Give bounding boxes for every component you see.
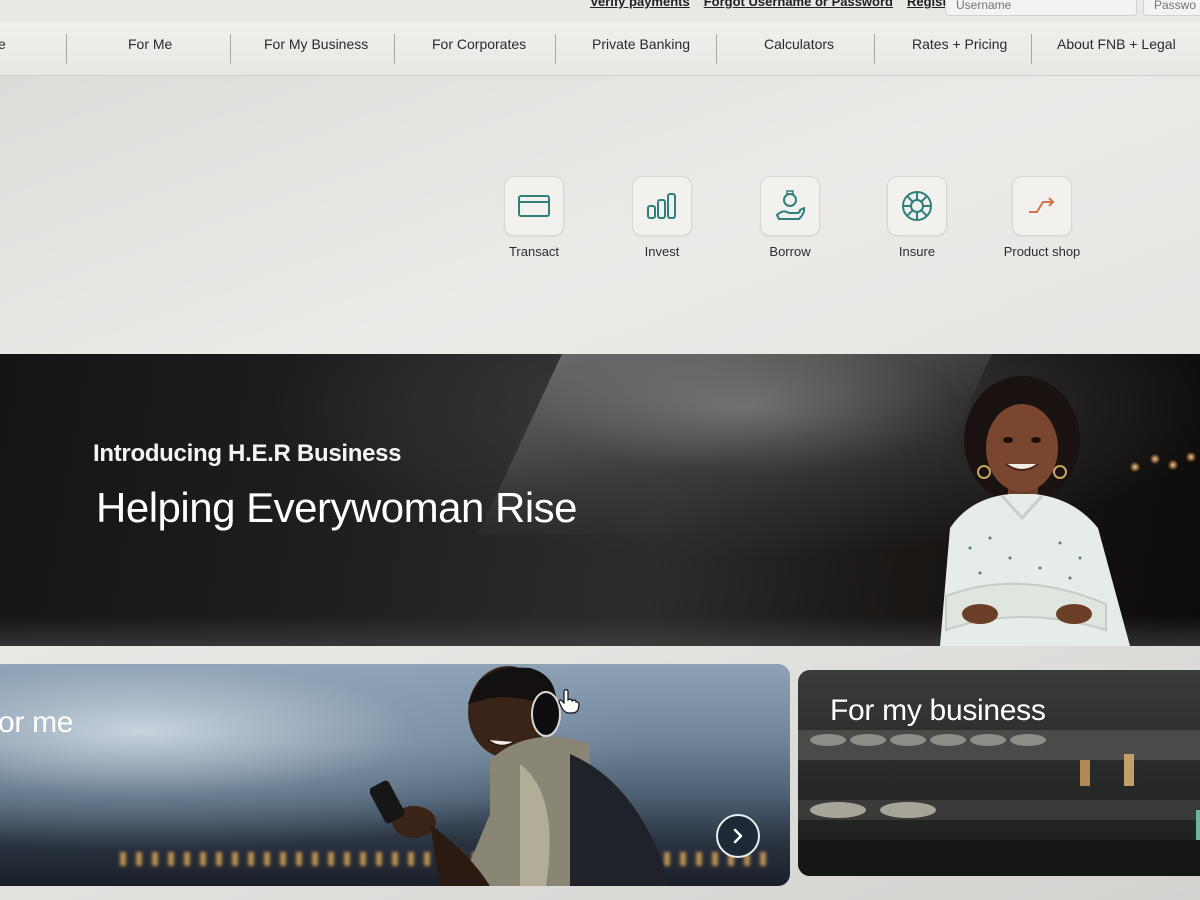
quick-link-borrow[interactable]: Borrow — [735, 176, 845, 259]
bar-chart-icon — [647, 193, 676, 219]
quick-link-label: Borrow — [769, 244, 811, 259]
lifebuoy-icon — [902, 191, 932, 221]
hand-cursor-icon — [558, 689, 580, 714]
quick-tile[interactable] — [760, 176, 820, 236]
hand-coin-icon — [776, 190, 806, 220]
quick-link-label: Insure — [898, 244, 936, 259]
card-for-me-arrow-button[interactable] — [716, 814, 760, 858]
main-nav: e For Me For My Business For Corporates … — [0, 22, 1200, 76]
quick-tile[interactable] — [632, 176, 692, 236]
chevron-right-icon — [733, 828, 743, 844]
quick-link-product-shop[interactable]: Product shop — [987, 176, 1097, 259]
quick-tile[interactable] — [887, 176, 947, 236]
card-for-my-business-title: For my business — [830, 694, 1046, 727]
swap-arrows-icon — [1029, 197, 1055, 213]
hero-title: Helping Everywoman Rise — [96, 484, 578, 531]
nav-item-for-corporates[interactable]: For Corporates — [432, 36, 526, 52]
card-for-me-title: or me — [0, 706, 74, 739]
utility-bar: Verify payments Forgot Username or Passw… — [0, 0, 1200, 22]
password-field[interactable] — [1143, 0, 1200, 16]
card-for-my-business[interactable]: For my business — [798, 670, 1200, 876]
nav-item-rates-pricing[interactable]: Rates + Pricing — [912, 36, 1007, 52]
nav-divider — [394, 34, 395, 64]
nav-item-partial[interactable]: e — [0, 36, 6, 52]
quick-link-label: Transact — [508, 244, 560, 259]
verify-payments-link[interactable]: Verify payments — [590, 0, 690, 9]
quick-link-label: Product shop — [1003, 244, 1081, 259]
nav-item-calculators[interactable]: Calculators — [764, 36, 834, 52]
quick-link-insure[interactable]: Insure — [862, 176, 972, 259]
card-icon — [518, 195, 550, 217]
hero-banner[interactable]: Introducing H.E.R Business Helping Every… — [0, 354, 1200, 646]
hero-eyebrow: Introducing H.E.R Business — [93, 440, 402, 467]
hero-woman-image — [940, 376, 1130, 646]
nav-divider — [555, 34, 556, 64]
nav-item-private-banking[interactable]: Private Banking — [592, 36, 690, 52]
card-for-me[interactable]: or me — [0, 664, 790, 886]
man-with-phone-image — [370, 666, 670, 886]
nav-item-about-fnb-legal[interactable]: About FNB + Legal — [1057, 36, 1176, 52]
nav-divider — [1031, 34, 1032, 64]
quick-link-invest[interactable]: Invest — [607, 176, 717, 259]
utility-links: Verify payments Forgot Username or Passw… — [590, 0, 959, 9]
nav-divider — [874, 34, 875, 64]
nav-divider — [66, 34, 67, 64]
quick-link-label: Invest — [644, 244, 680, 259]
nav-divider — [716, 34, 717, 64]
forgot-credentials-link[interactable]: Forgot Username or Password — [704, 0, 893, 9]
nav-divider — [230, 34, 231, 64]
nav-item-for-my-business[interactable]: For My Business — [264, 36, 368, 52]
quick-tile[interactable] — [504, 176, 564, 236]
username-field[interactable] — [945, 0, 1137, 16]
nav-item-for-me[interactable]: For Me — [128, 36, 172, 52]
quick-tile[interactable] — [1012, 176, 1072, 236]
quick-link-transact[interactable]: Transact — [479, 176, 589, 259]
